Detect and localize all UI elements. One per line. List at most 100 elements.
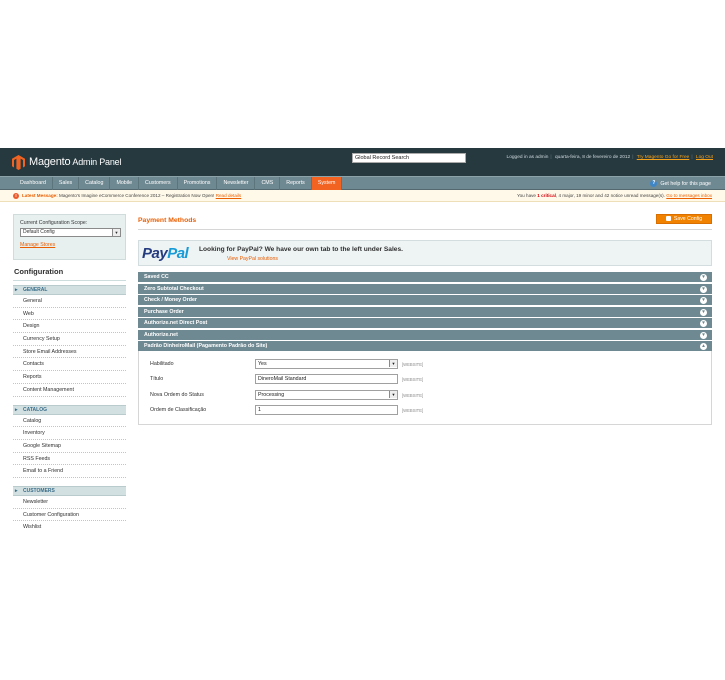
collapse-toggle-icon: ▴ bbox=[700, 343, 707, 350]
main-content: Payment Methods Save Config PayPal Looki… bbox=[138, 214, 712, 532]
nav-reports[interactable]: Reports bbox=[280, 177, 312, 190]
logout-link[interactable]: Log Out bbox=[696, 155, 713, 160]
sidebar-item-newsletter[interactable]: Newsletter bbox=[13, 495, 126, 509]
scope-tag: [WEBSITE] bbox=[402, 362, 424, 367]
sidebar-item-catalog[interactable]: Catalog bbox=[13, 414, 126, 428]
nav-dashboard[interactable]: Dashboard bbox=[14, 177, 53, 190]
section-saved-cc[interactable]: Saved CC ▾ bbox=[138, 272, 712, 283]
scope-tag: [WEBSITE] bbox=[402, 408, 424, 413]
collapse-toggle-icon: ▾ bbox=[700, 320, 707, 327]
save-icon bbox=[665, 216, 671, 222]
nav-customers[interactable]: Customers bbox=[139, 177, 178, 190]
notice-count: 42 notice unread message(s). bbox=[604, 193, 665, 198]
sidebar-item-design[interactable]: Design bbox=[13, 320, 126, 334]
nav-newsletter[interactable]: Newsletter bbox=[217, 177, 256, 190]
order-status-select[interactable]: Processing ▼ bbox=[255, 390, 398, 400]
enabled-select[interactable]: Yes ▼ bbox=[255, 359, 398, 369]
nav-items: Dashboard Sales Catalog Mobile Customers… bbox=[14, 177, 343, 190]
chevron-down-icon: ▼ bbox=[112, 229, 120, 236]
latest-message-text: Magento's Imagine eCommerce Conference 2… bbox=[59, 193, 215, 198]
sidebar-item-rss-feeds[interactable]: RSS Feeds bbox=[13, 452, 126, 466]
section-title: Zero Subtotal Checkout bbox=[144, 285, 204, 292]
section-title: Check / Money Order bbox=[144, 297, 197, 303]
group-catalog[interactable]: CATALOG bbox=[13, 404, 126, 415]
sidebar-item-currency-setup[interactable]: Currency Setup bbox=[13, 333, 126, 346]
read-details-link[interactable]: Read details bbox=[216, 193, 242, 198]
paypal-logo: PayPal bbox=[142, 245, 189, 262]
section-authorize-direct-post[interactable]: Authorize.net Direct Post ▾ bbox=[138, 318, 712, 329]
latest-message: Latest Message: Magento's Imagine eComme… bbox=[22, 193, 241, 198]
summary-prefix: You have bbox=[516, 193, 536, 198]
try-magento-link[interactable]: Try Magento Go for Free bbox=[637, 155, 690, 160]
sidebar-item-wishlist[interactable]: Wishlist bbox=[13, 521, 126, 532]
magento-logo-icon bbox=[12, 154, 25, 170]
sidebar-item-inventory[interactable]: Inventory bbox=[13, 427, 126, 440]
sidebar-item-content-management[interactable]: Content Management bbox=[13, 383, 126, 397]
critical-count: 1 critical bbox=[537, 193, 556, 198]
section-check-money-order[interactable]: Check / Money Order ▾ bbox=[138, 295, 712, 306]
sidebar-item-email-friend[interactable]: Email to a Friend bbox=[13, 465, 126, 478]
section-title: Authorize.net Direct Post bbox=[144, 320, 208, 326]
help-link[interactable]: ? Get help for this page bbox=[650, 180, 711, 187]
scope-select[interactable]: Default Config ▼ bbox=[20, 228, 121, 237]
group-customers[interactable]: CUSTOMERS bbox=[13, 485, 126, 496]
view-paypal-solutions-link[interactable]: View PayPal solutions bbox=[227, 256, 278, 262]
title-divider bbox=[138, 229, 712, 230]
sort-order-input[interactable] bbox=[255, 405, 398, 415]
help-icon: ? bbox=[650, 180, 658, 187]
title-input[interactable] bbox=[255, 374, 398, 384]
manage-stores-link[interactable]: Manage Stores bbox=[20, 242, 119, 248]
row-order-status: Nova Ordem do Status Processing ▼ [WEBSIT… bbox=[139, 390, 713, 401]
message-summary: You have 1 critical, 4 major, 19 minor a… bbox=[516, 193, 712, 198]
sidebar-item-google-sitemap[interactable]: Google Sitemap bbox=[13, 439, 126, 453]
date-text: quarta-feira, 8 de fevereiro de 2012 bbox=[555, 155, 631, 160]
logged-in-text: Logged in as admin bbox=[506, 155, 549, 160]
row-enabled: Habilitado Yes ▼ [WEBSITE] bbox=[139, 359, 713, 370]
save-config-label: Save Config bbox=[673, 216, 703, 222]
section-authorize-net[interactable]: Authorize.net ▾ bbox=[138, 329, 712, 341]
logo-text: Magento Admin Panel bbox=[29, 156, 122, 168]
sidebar-item-contacts[interactable]: Contacts bbox=[13, 358, 126, 372]
section-title: Saved CC bbox=[144, 274, 169, 280]
sidebar-item-general[interactable]: General bbox=[13, 295, 126, 308]
group-general[interactable]: GENERAL bbox=[13, 285, 126, 295]
sort-order-label: Ordem de Classificação bbox=[150, 407, 207, 413]
collapse-toggle-icon: ▾ bbox=[700, 285, 707, 293]
save-config-button[interactable]: Save Config bbox=[656, 214, 712, 224]
nav-mobile[interactable]: Mobile bbox=[110, 177, 140, 190]
page-title: Payment Methods bbox=[138, 217, 197, 224]
messages-inbox-link[interactable]: Go to messages inbox bbox=[666, 193, 712, 198]
collapse-toggle-icon: ▾ bbox=[700, 274, 707, 281]
nav-system[interactable]: System bbox=[311, 177, 343, 190]
minor-count: 19 minor bbox=[576, 193, 594, 198]
admin-frame: MagentoAdmin Panel Logged in as admin| q… bbox=[0, 148, 725, 532]
chevron-down-icon: ▼ bbox=[389, 391, 397, 398]
chevron-down-icon: ▼ bbox=[389, 360, 397, 367]
sidebar-item-web[interactable]: Web bbox=[13, 307, 126, 321]
scope-switcher: Current Configuration Scope: Default Con… bbox=[13, 214, 126, 260]
collapse-toggle-icon: ▾ bbox=[700, 331, 707, 339]
main-nav: Dashboard Sales Catalog Mobile Customers… bbox=[0, 176, 725, 190]
collapse-toggle-icon: ▾ bbox=[700, 308, 707, 316]
section-purchase-order[interactable]: Purchase Order ▾ bbox=[138, 306, 712, 318]
message-bar: ! Latest Message: Magento's Imagine eCom… bbox=[0, 190, 725, 202]
nav-sales[interactable]: Sales bbox=[53, 177, 80, 190]
help-label: Get help for this page bbox=[660, 180, 711, 187]
section-title: Padrão DinheiroMail (Pagamento Padrão do… bbox=[144, 343, 268, 349]
scope-label: Current Configuration Scope: bbox=[20, 220, 88, 226]
nav-catalog[interactable]: Catalog bbox=[79, 177, 111, 190]
logo[interactable]: Magento Admin Panel bbox=[12, 153, 121, 171]
sidebar-item-customer-configuration[interactable]: Customer Configuration bbox=[13, 508, 126, 522]
config-sidebar: Current Configuration Scope: Default Con… bbox=[13, 214, 126, 532]
order-status-label: Nova Ordem do Status bbox=[150, 392, 204, 398]
sidebar-item-reports[interactable]: Reports bbox=[13, 371, 126, 384]
alert-icon: ! bbox=[13, 193, 19, 199]
nav-promotions[interactable]: Promotions bbox=[178, 177, 218, 190]
section-zero-subtotal[interactable]: Zero Subtotal Checkout ▾ bbox=[138, 283, 712, 295]
sidebar-item-store-email[interactable]: Store Email Addresses bbox=[13, 345, 126, 359]
section-title: Purchase Order bbox=[144, 308, 184, 315]
header-bar: MagentoAdmin Panel Logged in as admin| q… bbox=[0, 148, 725, 176]
paypal-notice-text: Looking for PayPal? We have our own tab … bbox=[199, 246, 403, 253]
global-search-input[interactable] bbox=[352, 153, 466, 163]
nav-cms[interactable]: CMS bbox=[255, 177, 281, 190]
